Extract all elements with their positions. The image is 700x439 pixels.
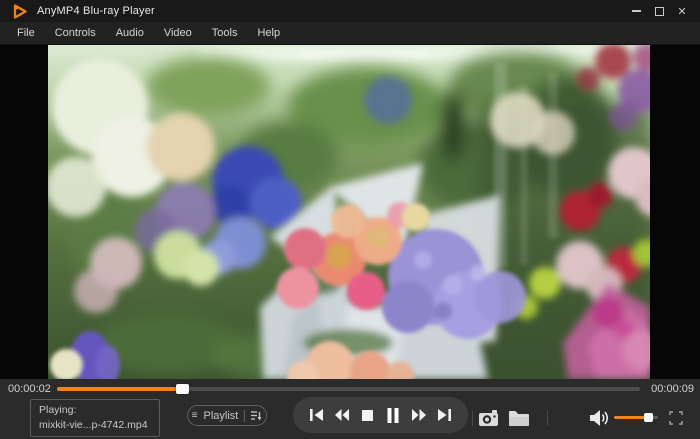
now-playing-box: Playing: mixkit-vie...p-4742.mp4 bbox=[30, 399, 160, 437]
pause-button[interactable] bbox=[383, 407, 403, 423]
player-window: AnyMP4 Blu-ray Player ✕ File Controls Au… bbox=[0, 0, 700, 439]
fast-forward-button[interactable] bbox=[409, 407, 429, 423]
menu-bar: File Controls Audio Video Tools Help bbox=[0, 22, 700, 45]
maximize-button[interactable] bbox=[651, 3, 667, 19]
video-region bbox=[0, 45, 700, 379]
now-playing-label: Playing: bbox=[39, 403, 151, 418]
close-button[interactable]: ✕ bbox=[674, 3, 690, 19]
seek-fill bbox=[57, 387, 182, 391]
speaker-icon bbox=[590, 410, 612, 426]
stop-button[interactable] bbox=[358, 407, 378, 423]
now-playing-filename: mixkit-vie...p-4742.mp4 bbox=[39, 418, 151, 433]
next-button[interactable] bbox=[434, 407, 454, 423]
volume-slider[interactable] bbox=[614, 416, 658, 419]
playlist-label: Playlist bbox=[204, 410, 239, 422]
fullscreen-icon bbox=[668, 410, 684, 426]
snapshot-button[interactable] bbox=[477, 407, 501, 429]
menu-tools[interactable]: Tools bbox=[209, 25, 241, 41]
app-logo-icon bbox=[12, 4, 28, 19]
camera-icon bbox=[479, 410, 500, 426]
menu-controls[interactable]: Controls bbox=[52, 25, 99, 41]
menu-file[interactable]: File bbox=[14, 25, 38, 41]
playlist-button[interactable]: ≡ Playlist bbox=[187, 405, 267, 426]
app-title: AnyMP4 Blu-ray Player bbox=[37, 5, 155, 17]
volume-fill bbox=[614, 416, 648, 419]
menu-video[interactable]: Video bbox=[161, 25, 195, 41]
previous-button[interactable] bbox=[307, 407, 327, 423]
remaining-time: 00:00:09 bbox=[651, 383, 694, 395]
menu-audio[interactable]: Audio bbox=[113, 25, 147, 41]
fullscreen-button[interactable] bbox=[664, 407, 688, 429]
divider bbox=[472, 411, 473, 426]
seek-bar[interactable] bbox=[57, 387, 640, 391]
elapsed-time: 00:00:02 bbox=[8, 383, 51, 395]
mute-button[interactable] bbox=[589, 407, 613, 429]
progress-row: 00:00:02 00:00:09 bbox=[0, 379, 700, 399]
divider bbox=[547, 411, 548, 426]
minimize-button[interactable] bbox=[628, 3, 644, 19]
title-bar: AnyMP4 Blu-ray Player ✕ bbox=[0, 0, 700, 22]
transport-controls bbox=[293, 397, 468, 433]
rewind-button[interactable] bbox=[332, 407, 352, 423]
flower-scene bbox=[48, 45, 650, 379]
playlist-menu-icon: ≡ bbox=[192, 411, 198, 421]
video-frame[interactable] bbox=[48, 45, 650, 379]
control-bar: Playing: mixkit-vie...p-4742.mp4 ≡ Playl… bbox=[0, 399, 700, 439]
playlist-order-icon[interactable] bbox=[251, 410, 262, 421]
folder-icon bbox=[509, 410, 530, 426]
volume-handle[interactable] bbox=[644, 413, 653, 422]
menu-help[interactable]: Help bbox=[254, 25, 283, 41]
seek-handle[interactable] bbox=[176, 384, 189, 394]
open-file-button[interactable] bbox=[507, 407, 531, 429]
